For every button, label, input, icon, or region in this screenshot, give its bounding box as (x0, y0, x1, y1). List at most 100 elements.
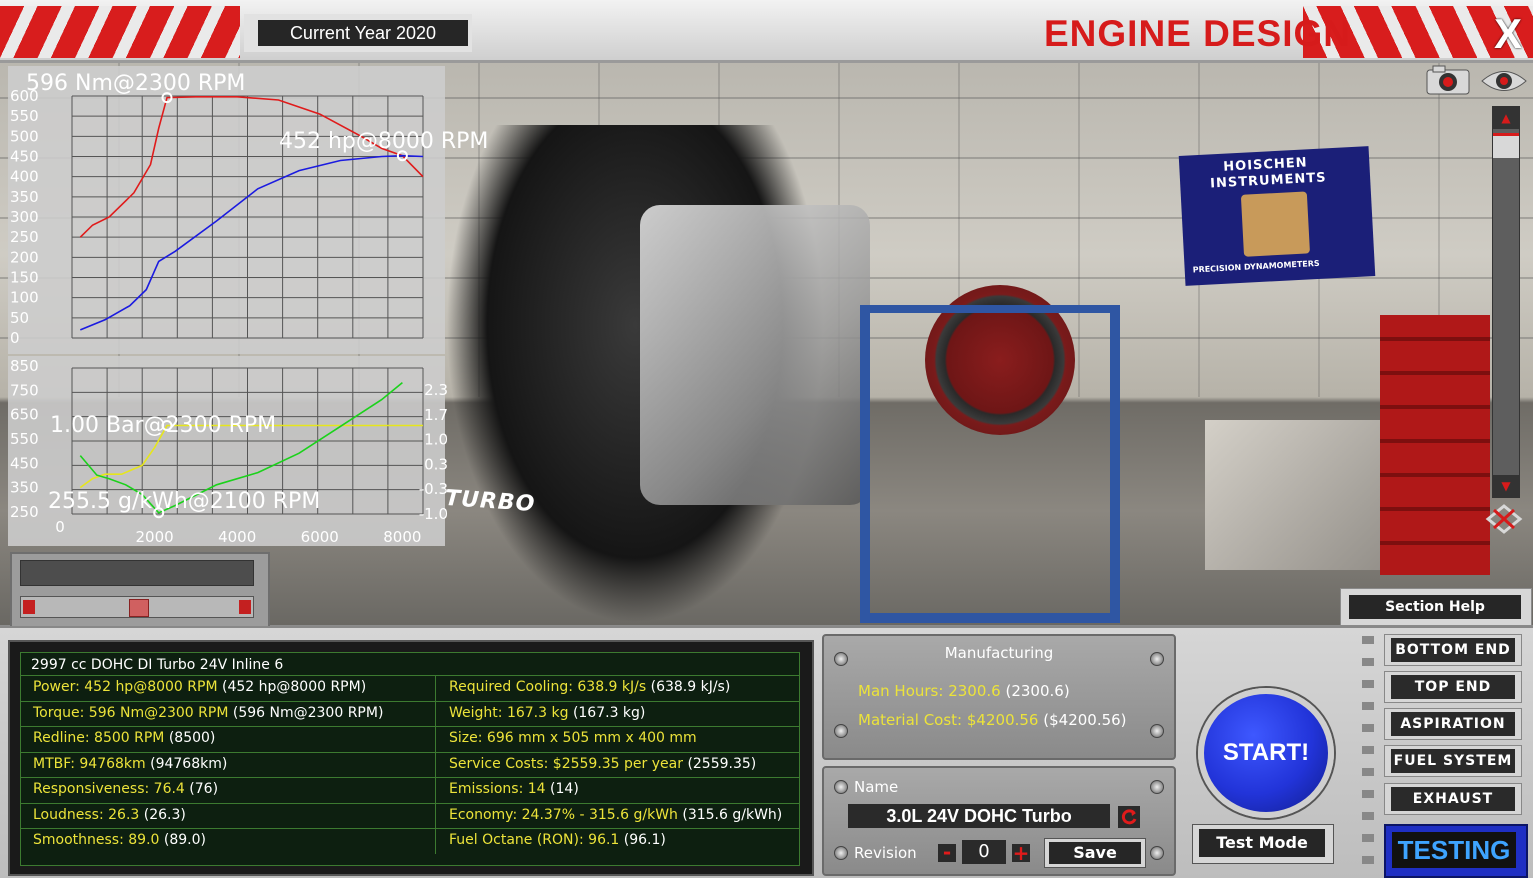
stat-right: Emissions: 14 (14) (449, 781, 579, 797)
revision-decrement-button[interactable]: - (938, 842, 956, 862)
material-cost: Material Cost: $4200.56 ($4200.56) (858, 711, 1127, 729)
stat-value: 8500 RPM (94, 730, 165, 746)
stats-row: MTBF: 94768km (94768km) Service Costs: $2… (21, 751, 799, 778)
bottom-panel: 2997 cc DOHC DI Turbo 24V Inline 6 Power… (0, 626, 1533, 878)
stat-right: Economy: 24.37% - 315.6 g/kWh (315.6 g/k… (449, 807, 782, 823)
stat-value: 596 Nm@2300 RPM (88, 704, 229, 721)
revision-value: 0 (962, 840, 1006, 864)
y-tick-label: 50 (10, 309, 29, 327)
y-tick-label: 550 (10, 430, 39, 448)
nav-top-end[interactable]: TOP END (1384, 671, 1522, 703)
stat-extra: (14) (550, 781, 579, 797)
manufacturing-title: Manufacturing (944, 644, 1054, 662)
stat-left: Redline: 8500 RPM (8500) (33, 730, 215, 746)
y-tick-label: 400 (10, 168, 39, 186)
test-mode-label: Test Mode (1199, 829, 1325, 857)
stat-right: Size: 696 mm x 505 mm x 400 mm (449, 730, 697, 746)
material-cost-label: Material Cost: (858, 711, 963, 729)
stat-value: 26.3 (108, 806, 140, 823)
section-help-button[interactable]: Section Help (1340, 588, 1532, 626)
zoom-scrollbar[interactable]: ▲ ▼ (1492, 106, 1520, 498)
x-tick-label: 0 (55, 518, 65, 536)
current-year-box: Current Year 2020 (244, 14, 472, 52)
stats-row: Responsiveness: 76.4 (76) Emissions: 14 (… (21, 777, 799, 803)
tool-cabinet (1380, 315, 1490, 575)
stat-extra: (94768km) (150, 755, 228, 772)
y-tick-label: 850 (10, 357, 39, 375)
stat-label: Service Costs: (449, 755, 549, 772)
stats-frame: 2997 cc DOHC DI Turbo 24V Inline 6 Power… (8, 640, 814, 876)
stat-label: Size: (449, 730, 483, 746)
y-tick-label: 450 (10, 148, 39, 166)
boost-peak-label: 1.00 Bar@2300 RPM (50, 413, 276, 438)
y-tick-label: 300 (10, 208, 39, 226)
slider-right-arrow[interactable] (239, 600, 251, 614)
engine-name-field[interactable]: 3.0L 24V DOHC Turbo (848, 804, 1110, 828)
stat-extra: (2559.35) (687, 755, 757, 772)
nav-label: ASPIRATION (1391, 712, 1515, 736)
save-button[interactable]: Save (1044, 838, 1146, 868)
stat-value: 94768km (79, 755, 146, 772)
scroll-down-icon[interactable]: ▼ (1493, 475, 1519, 497)
y-tick-label: 350 (10, 479, 39, 497)
man-hours-label: Man Hours: (858, 682, 944, 700)
start-button[interactable]: START! (1198, 688, 1334, 818)
stat-value: 167.3 kg (506, 704, 569, 721)
stat-label: Power: (33, 679, 80, 695)
stat-extra: (315.6 g/kWh) (682, 806, 783, 823)
nav-bottom-end[interactable]: BOTTOM END (1384, 634, 1522, 666)
stat-left: Smoothness: 89.0 (89.0) (33, 832, 206, 848)
refresh-name-icon[interactable] (1118, 806, 1140, 828)
stat-value: 24.37% - 315.6 g/kWh (521, 806, 678, 823)
torque-series-line (79, 96, 424, 238)
scroll-up-icon[interactable]: ▲ (1493, 107, 1519, 129)
x-tick-label: 6000 (301, 528, 339, 546)
chart-svg: 600550500450400350300250200150100500596 … (10, 71, 488, 546)
revision-increment-button[interactable]: + (1012, 843, 1030, 863)
nav-exhaust[interactable]: EXHAUST (1384, 783, 1522, 815)
name-label: Name (854, 778, 899, 796)
consumption-min-label: 255.5 g/kWh@2100 RPM (48, 489, 320, 514)
stat-label: Smoothness: (33, 832, 124, 848)
test-mode-button[interactable]: Test Mode (1192, 824, 1334, 864)
stat-label: Redline: (33, 730, 90, 746)
rivet (834, 724, 848, 738)
nav-aspiration[interactable]: ASPIRATION (1384, 708, 1522, 740)
stat-label: Emissions: (449, 781, 524, 797)
stat-extra: (96.1) (623, 832, 666, 848)
slider-handle[interactable] (129, 599, 149, 617)
stat-value: 76.4 (153, 781, 185, 797)
stat-divider (435, 803, 436, 829)
rpm-slider[interactable] (20, 596, 254, 618)
scroll-thumb[interactable] (1493, 133, 1519, 158)
nav-testing[interactable]: TESTING (1384, 824, 1528, 878)
save-label: Save (1049, 842, 1141, 864)
y-tick-label: 450 (10, 454, 39, 472)
stat-left: Power: 452 hp@8000 RPM (452 hp@8000 RPM) (33, 679, 366, 695)
stat-right: Weight: 167.3 kg (167.3 kg) (449, 705, 645, 721)
stat-right: Service Costs: $2559.35 per year (2559.3… (449, 756, 756, 772)
y2-tick-label: 1.7 (424, 406, 448, 424)
camera-icon[interactable] (1425, 64, 1471, 96)
stat-divider (435, 676, 436, 701)
stats-row: Power: 452 hp@8000 RPM (452 hp@8000 RPM)… (21, 675, 799, 701)
engine-stats: 2997 cc DOHC DI Turbo 24V Inline 6 Power… (20, 652, 800, 866)
man-hours-extra: (2300.6) (1005, 682, 1070, 700)
stat-divider (435, 829, 436, 854)
stat-value: 96.1 (588, 832, 620, 848)
stat-label: Responsiveness: (33, 781, 150, 797)
reset-view-icon[interactable] (1484, 502, 1524, 536)
stat-extra: (76) (189, 781, 219, 797)
y2-tick-label: -1.0 (419, 505, 448, 523)
close-button[interactable]: X (1488, 13, 1528, 55)
y-tick-label: 200 (10, 248, 39, 266)
power-series-line (79, 154, 424, 331)
stat-extra: (26.3) (143, 806, 186, 823)
stat-label: Economy: (449, 806, 518, 823)
nav-fuel-system[interactable]: FUEL SYSTEM (1384, 745, 1522, 777)
slider-left-arrow[interactable] (23, 600, 35, 614)
stat-label: Fuel Octane (RON): (449, 832, 584, 848)
eye-icon[interactable] (1480, 66, 1528, 96)
stat-value: $2559.35 per year (552, 755, 683, 772)
stat-extra: (638.9 kJ/s) (650, 679, 731, 695)
